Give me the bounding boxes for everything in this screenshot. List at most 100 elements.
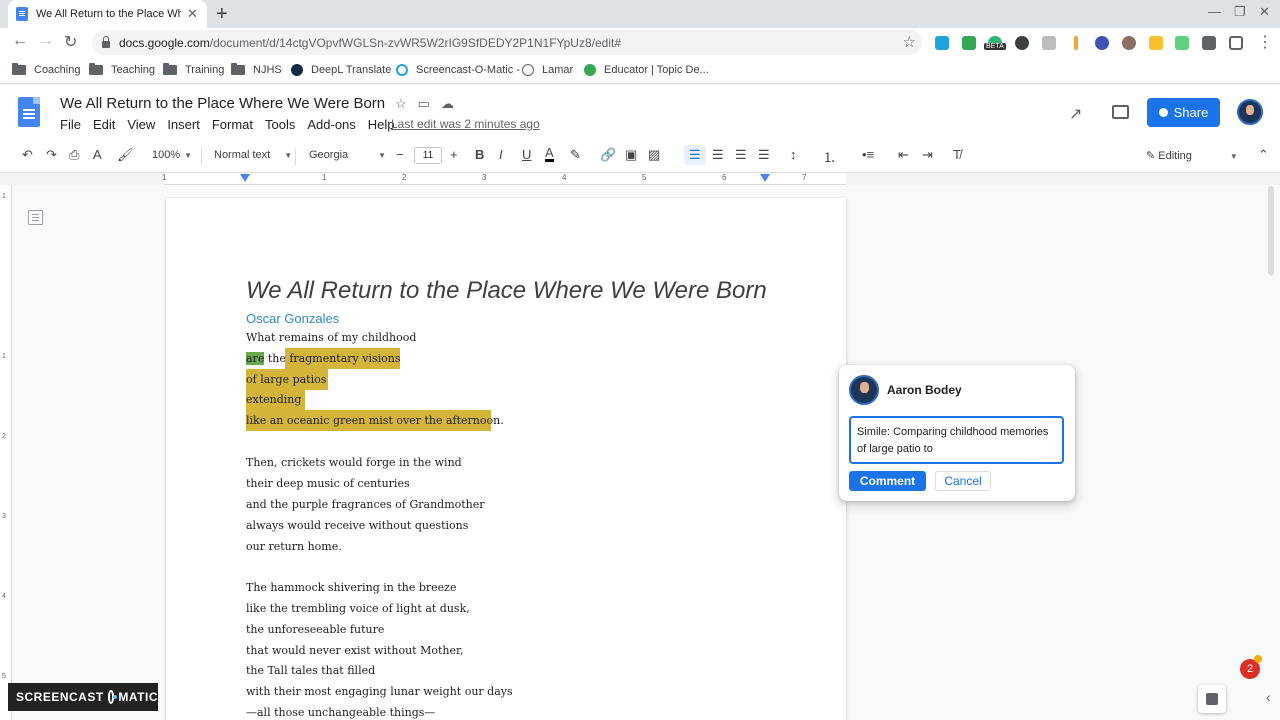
extension-icon[interactable] (1149, 36, 1163, 50)
extension-icon[interactable] (1122, 36, 1136, 50)
zoom-select[interactable]: 100% ▼ (152, 149, 192, 161)
scrollbar[interactable] (1268, 186, 1274, 276)
insert-image-icon[interactable]: ▨ (648, 147, 660, 163)
extension-icon[interactable] (1175, 36, 1189, 50)
poem-line[interactable]: their deep music of centuries (246, 473, 410, 494)
last-edit-link[interactable]: Last edit was 2 minutes ago (391, 117, 540, 131)
highlighted-word[interactable]: are (246, 352, 265, 365)
right-indent-marker[interactable] (760, 174, 770, 182)
redo-icon[interactable]: ↷ (46, 147, 57, 163)
close-window-icon[interactable]: ✕ (1259, 4, 1270, 20)
spellcheck-icon[interactable]: A (93, 147, 102, 162)
extension-icon[interactable] (1042, 36, 1056, 50)
poem-line[interactable]: always would receive without questions (246, 515, 468, 536)
cast-icon[interactable] (1229, 36, 1243, 50)
extension-icon[interactable] (935, 36, 949, 50)
comment-button[interactable]: Comment (849, 471, 926, 491)
back-icon[interactable]: ← (12, 32, 28, 50)
comment-history-icon[interactable] (1112, 105, 1129, 119)
add-comment-icon[interactable]: ▣ (625, 147, 637, 163)
comment-input[interactable]: Simile: Comparing childhood memories of … (849, 416, 1064, 464)
bookmark-star-icon[interactable]: ☆ (903, 33, 916, 51)
share-button[interactable]: Share (1147, 98, 1220, 127)
menu-edit[interactable]: Edit (93, 117, 115, 132)
line-spacing-icon[interactable]: ↕ (790, 147, 797, 162)
poem-title[interactable]: We All Return to the Place Where We Were… (246, 277, 767, 305)
link-icon[interactable]: 🔗 (600, 147, 616, 163)
activity-dashboard-icon[interactable]: ↗ (1069, 104, 1082, 124)
bookmark-training[interactable]: Training (163, 63, 224, 76)
bookmark-educator[interactable]: Educator | Topic De... (584, 64, 709, 76)
menu-format[interactable]: Format (212, 117, 253, 132)
poem-line[interactable]: The hammock shivering in the breeze (246, 577, 456, 598)
bookmark-njhs[interactable]: NJHS (231, 63, 282, 76)
italic-icon[interactable]: I (499, 147, 503, 162)
poem-line[interactable]: and the purple fragrances of Grandmother (246, 494, 485, 515)
extension-icon[interactable] (1095, 36, 1109, 50)
poem-author[interactable]: Oscar Gonzales (246, 311, 339, 326)
menu-file[interactable]: File (60, 117, 81, 132)
cloud-status-icon[interactable]: ☁ (441, 96, 454, 112)
browser-tab[interactable]: We All Return to the Place Where ✕ (8, 0, 207, 28)
bulleted-list-icon[interactable]: •≡ (862, 147, 874, 162)
more-icon[interactable]: ⋮ (1257, 32, 1273, 52)
document-title[interactable]: We All Return to the Place Where We Were… (60, 95, 385, 112)
font-size-input[interactable]: 11 (414, 147, 442, 164)
poem-line[interactable]: are the fragmentary visions (246, 348, 401, 369)
highlight-color-icon[interactable]: ✎ (570, 147, 581, 163)
highlighted-text[interactable]: fragmentary visions (289, 352, 400, 365)
poem-line[interactable]: our return home. (246, 536, 342, 557)
restore-icon[interactable]: ❐ (1234, 4, 1246, 20)
forward-icon[interactable]: → (38, 32, 54, 50)
align-left-icon[interactable]: ☰ (689, 147, 701, 163)
poem-line[interactable]: —all those unchangeable things— (246, 702, 435, 720)
underline-icon[interactable]: U (522, 147, 531, 162)
poem-line[interactable]: that would never exist without Mother, (246, 640, 464, 661)
poem-line[interactable]: like the trembling voice of light at dus… (246, 598, 470, 619)
poem-line-highlighted[interactable]: of large patios (246, 369, 326, 390)
align-right-icon[interactable]: ☰ (735, 147, 747, 163)
close-icon[interactable]: ✕ (187, 6, 198, 22)
decrease-indent-icon[interactable]: ⇤ (898, 147, 909, 163)
editing-mode-select[interactable]: ✎ Editing ▼ (1146, 149, 1238, 162)
cancel-button[interactable]: Cancel (935, 471, 991, 491)
style-select[interactable]: Normal text ▼ (214, 149, 292, 161)
poem-line[interactable]: with their most engaging lunar weight ou… (246, 681, 513, 702)
new-tab-icon[interactable]: + (216, 3, 228, 26)
poem-line-highlighted[interactable]: extending (246, 389, 301, 410)
star-icon[interactable]: ☆ (395, 96, 407, 112)
menu-addons[interactable]: Add-ons (307, 117, 355, 132)
document-outline-icon[interactable] (28, 210, 43, 225)
poem-line-highlighted[interactable]: like an oceanic green mist over the afte… (246, 410, 504, 431)
left-indent-marker[interactable] (240, 174, 250, 182)
poem-line[interactable]: Then, crickets would forge in the wind (246, 452, 462, 473)
poem-line[interactable]: the unforeseeable future (246, 619, 384, 640)
extension-icon[interactable] (962, 36, 976, 50)
increase-indent-icon[interactable]: ⇥ (922, 147, 933, 163)
bookmark-lamar[interactable]: Lamar (522, 64, 573, 76)
justify-icon[interactable]: ☰ (758, 147, 770, 163)
bookmark-coaching[interactable]: Coaching (12, 63, 80, 76)
increase-font-icon[interactable]: + (450, 147, 458, 162)
address-bar[interactable]: docs.google.com/document/d/14ctgVOpvfWGL… (92, 30, 922, 55)
align-center-icon[interactable]: ☰ (712, 147, 724, 163)
extension-icon[interactable] (1074, 36, 1078, 50)
text-color-icon[interactable]: A (545, 146, 554, 162)
shield-icon[interactable] (1015, 36, 1029, 50)
clear-formatting-icon[interactable]: T̸ (953, 147, 961, 162)
print-icon[interactable]: ⎙ (69, 147, 79, 163)
bookmark-deepl[interactable]: DeepL Translate (291, 64, 391, 76)
bookmark-screencast[interactable]: Screencast-O-Matic - (396, 64, 520, 76)
numbered-list-icon[interactable]: ⒈ (823, 147, 836, 166)
paint-format-icon[interactable]: 🖌 (117, 147, 134, 163)
undo-icon[interactable]: ↶ (22, 147, 33, 163)
bold-icon[interactable]: B (475, 147, 484, 162)
poem-line[interactable]: What remains of my childhood (246, 327, 416, 348)
decrease-font-icon[interactable]: − (396, 147, 404, 162)
docs-logo-icon[interactable] (18, 97, 40, 127)
move-folder-icon[interactable]: ▭ (418, 96, 430, 112)
menu-insert[interactable]: Insert (167, 117, 200, 132)
poem-line[interactable]: the Tall tales that filled (246, 660, 375, 681)
explore-icon[interactable] (1198, 685, 1226, 713)
chevron-left-icon[interactable]: ‹ (1266, 689, 1271, 705)
